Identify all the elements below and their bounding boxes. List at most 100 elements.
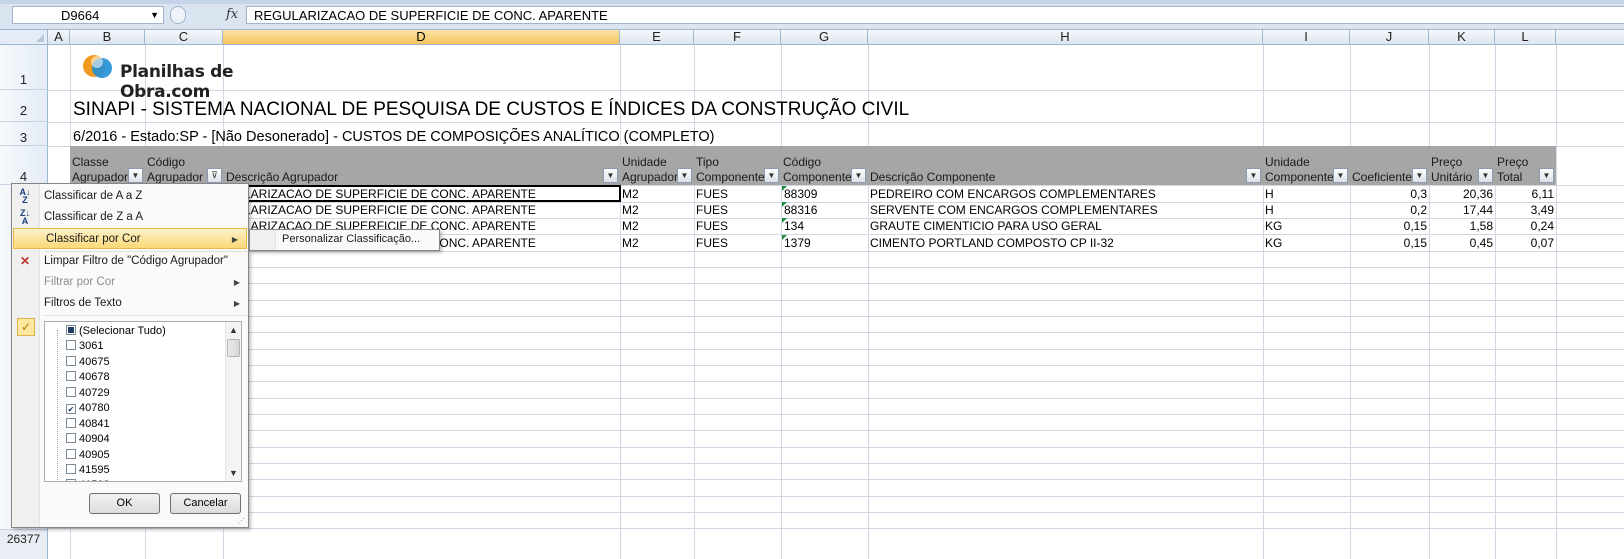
col-header-i[interactable]: I bbox=[1263, 30, 1350, 45]
cell-k[interactable]: 17,44 bbox=[1431, 202, 1493, 218]
cell-i[interactable]: KG bbox=[1265, 235, 1282, 251]
list-scrollbar[interactable]: ▲ ▼ bbox=[225, 322, 241, 481]
sort-by-color-item[interactable]: Classificar por Cor ▶ bbox=[13, 228, 247, 249]
row-header-3[interactable]: 3 bbox=[0, 122, 48, 146]
chevron-down-icon[interactable]: ▼ bbox=[226, 465, 241, 481]
formula-cancel-icon[interactable] bbox=[170, 6, 186, 24]
select-all-corner[interactable] bbox=[0, 30, 48, 45]
clear-filter-item[interactable]: ✕ Limpar Filtro de "Código Agrupador" bbox=[12, 251, 248, 272]
cell-i[interactable]: H bbox=[1265, 186, 1274, 202]
col-header-c[interactable]: C bbox=[145, 30, 223, 45]
custom-sort-item[interactable]: Personalizar Classificação... bbox=[282, 233, 420, 245]
checkbox[interactable] bbox=[66, 464, 76, 474]
col-header-k[interactable]: K bbox=[1429, 30, 1495, 45]
col-header-d[interactable]: D bbox=[223, 30, 620, 45]
cell-g[interactable]: 88316 bbox=[784, 202, 817, 218]
filter-dropdown-k[interactable]: ▼ bbox=[1478, 168, 1493, 183]
name-box[interactable]: D9664 ▼ bbox=[12, 6, 164, 24]
filter-dropdown-f[interactable]: ▼ bbox=[764, 168, 779, 183]
col-header-l[interactable]: L bbox=[1495, 30, 1556, 45]
fx-icon[interactable]: fx bbox=[226, 7, 238, 22]
active-cell[interactable] bbox=[223, 185, 621, 202]
checkbox[interactable] bbox=[66, 356, 76, 366]
filter-dropdown-j[interactable]: ▼ bbox=[1412, 168, 1427, 183]
cell-f[interactable]: FUES bbox=[696, 235, 728, 251]
checkbox[interactable] bbox=[66, 449, 76, 459]
col-header-g[interactable]: G bbox=[781, 30, 868, 45]
checkbox[interactable] bbox=[66, 433, 76, 443]
list-item-select-all[interactable]: (Selecionar Tudo) bbox=[66, 324, 166, 339]
col-header-h[interactable]: H bbox=[868, 30, 1263, 45]
cell-j[interactable]: 0,3 bbox=[1352, 186, 1427, 202]
cell-e[interactable]: M2 bbox=[622, 235, 639, 251]
cell-e[interactable]: M2 bbox=[622, 218, 639, 234]
cell-j[interactable]: 0,15 bbox=[1352, 235, 1427, 251]
filter-value-list[interactable]: (Selecionar Tudo) 3061 40675 40678 40729… bbox=[44, 321, 242, 482]
resize-grip-icon[interactable]: ⋰ bbox=[238, 517, 245, 525]
sort-a-to-z-item[interactable]: A↓ Z Classificar de A a Z bbox=[12, 186, 248, 207]
list-item[interactable]: 40905 bbox=[66, 448, 110, 463]
filter-dropdown-b[interactable]: ▼ bbox=[128, 168, 143, 183]
chevron-up-icon[interactable]: ▲ bbox=[226, 322, 241, 338]
filter-dropdown-h[interactable]: ▼ bbox=[1246, 168, 1261, 183]
cell-j[interactable]: 0,2 bbox=[1352, 202, 1427, 218]
checkbox[interactable] bbox=[66, 387, 76, 397]
formula-input[interactable]: REGULARIZACAO DE SUPERFICIE DE CONC. APA… bbox=[246, 6, 1624, 24]
filter-dropdown-l[interactable]: ▼ bbox=[1539, 168, 1554, 183]
col-header-f[interactable]: F bbox=[694, 30, 781, 45]
checkbox-checked[interactable] bbox=[66, 404, 76, 414]
list-item[interactable]: 40675 bbox=[66, 355, 110, 370]
cell-h[interactable]: GRAUTE CIMENTICIO PARA USO GERAL bbox=[870, 218, 1102, 234]
list-item[interactable]: 40841 bbox=[66, 417, 110, 432]
col-header-b[interactable]: B bbox=[70, 30, 145, 45]
list-item[interactable]: 40904 bbox=[66, 432, 110, 447]
cell-f[interactable]: FUES bbox=[696, 218, 728, 234]
col-header-j[interactable]: J bbox=[1350, 30, 1429, 45]
cell-l[interactable]: 3,49 bbox=[1497, 202, 1554, 218]
checkbox[interactable] bbox=[66, 479, 76, 481]
cell-l[interactable]: 0,07 bbox=[1497, 235, 1554, 251]
chevron-down-icon[interactable]: ▼ bbox=[150, 10, 159, 20]
list-item[interactable]: 40678 bbox=[66, 370, 110, 385]
cell-h[interactable]: SERVENTE COM ENCARGOS COMPLEMENTARES bbox=[870, 202, 1158, 218]
cell-j[interactable]: 0,15 bbox=[1352, 218, 1427, 234]
col-header-a[interactable]: A bbox=[48, 30, 70, 45]
cell-l[interactable]: 6,11 bbox=[1497, 186, 1554, 202]
checkbox[interactable] bbox=[66, 371, 76, 381]
cell-h[interactable]: PEDREIRO COM ENCARGOS COMPLEMENTARES bbox=[870, 186, 1156, 202]
col-header-e[interactable]: E bbox=[620, 30, 694, 45]
cell-g[interactable]: 134 bbox=[784, 218, 804, 234]
cancel-button[interactable]: Cancelar bbox=[170, 493, 241, 514]
cell-h[interactable]: CIMENTO PORTLAND COMPOSTO CP II-32 bbox=[870, 235, 1114, 251]
filter-dropdown-g[interactable]: ▼ bbox=[851, 168, 866, 183]
sort-z-to-a-item[interactable]: Z↓ A Classificar de Z a A bbox=[12, 207, 248, 228]
text-filters-item[interactable]: Filtros de Texto ▶ bbox=[12, 293, 248, 314]
cell-k[interactable]: 20,36 bbox=[1431, 186, 1493, 202]
cell-l[interactable]: 0,24 bbox=[1497, 218, 1554, 234]
checkbox[interactable] bbox=[66, 325, 76, 335]
list-item[interactable]: 41595 bbox=[66, 463, 110, 478]
filter-dropdown-e[interactable]: ▼ bbox=[677, 168, 692, 183]
cell-k[interactable]: 0,45 bbox=[1431, 235, 1493, 251]
ok-button[interactable]: OK bbox=[89, 493, 160, 514]
cell-i[interactable]: H bbox=[1265, 202, 1274, 218]
list-item[interactable]: 41598 bbox=[66, 478, 110, 481]
cell-d[interactable]: GULARIZACAO DE SUPERFICIE DE CONC. APARE… bbox=[226, 202, 618, 218]
checkbox[interactable] bbox=[66, 418, 76, 428]
row-header-last[interactable]: 26377 bbox=[0, 530, 48, 559]
list-item[interactable]: 40729 bbox=[66, 386, 110, 401]
cell-e[interactable]: M2 bbox=[622, 186, 639, 202]
scrollbar-thumb[interactable] bbox=[227, 339, 240, 357]
row-header-1[interactable]: 1 bbox=[0, 45, 48, 90]
filter-dropdown-d[interactable]: ▼ bbox=[603, 168, 618, 183]
cell-g[interactable]: 1379 bbox=[784, 235, 811, 251]
cell-g[interactable]: 88309 bbox=[784, 186, 817, 202]
list-item[interactable]: 3061 bbox=[66, 339, 103, 354]
col-header-m[interactable] bbox=[1556, 30, 1624, 45]
filter-dropdown-i[interactable]: ▼ bbox=[1333, 168, 1348, 183]
checkbox[interactable] bbox=[66, 340, 76, 350]
cell-i[interactable]: KG bbox=[1265, 218, 1282, 234]
cell-k[interactable]: 1,58 bbox=[1431, 218, 1493, 234]
cell-f[interactable]: FUES bbox=[696, 186, 728, 202]
row-header-2[interactable]: 2 bbox=[0, 90, 48, 122]
